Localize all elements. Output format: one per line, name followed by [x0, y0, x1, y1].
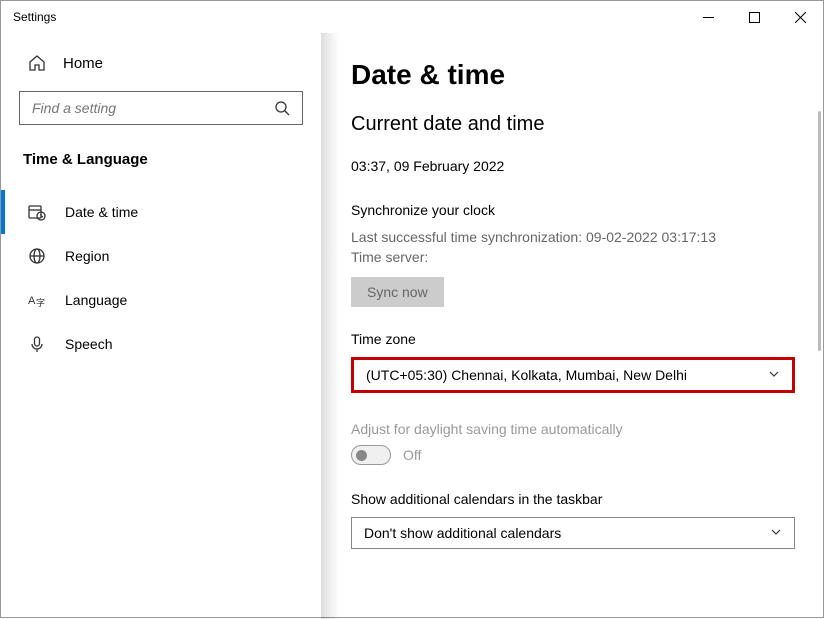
- window-title: Settings: [13, 10, 56, 24]
- close-button[interactable]: [777, 1, 823, 33]
- nav-label: Speech: [65, 336, 112, 352]
- window-controls: [685, 1, 823, 33]
- dst-label: Adjust for daylight saving time automati…: [351, 421, 795, 437]
- sync-last-text: Last successful time synchronization: 09…: [351, 228, 795, 248]
- dst-toggle[interactable]: [351, 445, 391, 465]
- search-icon: [272, 98, 292, 118]
- section-current-heading: Current date and time: [351, 113, 795, 136]
- dst-state: Off: [403, 447, 421, 463]
- nav-list: Date & time Region A字 Language Speech: [19, 190, 303, 366]
- sync-heading: Synchronize your clock: [351, 202, 795, 218]
- sync-now-button[interactable]: Sync now: [351, 277, 444, 307]
- timezone-dropdown[interactable]: (UTC+05:30) Chennai, Kolkata, Mumbai, Ne…: [351, 357, 795, 393]
- search-field[interactable]: [30, 99, 272, 117]
- home-icon: [27, 53, 47, 73]
- additional-calendars-value: Don't show additional calendars: [364, 525, 561, 541]
- chevron-down-icon: [770, 525, 782, 541]
- nav-item-region[interactable]: Region: [19, 234, 303, 278]
- globe-icon: [27, 246, 47, 266]
- current-datetime: 03:37, 09 February 2022: [351, 158, 795, 174]
- maximize-button[interactable]: [731, 1, 777, 33]
- additional-calendars-label: Show additional calendars in the taskbar: [351, 491, 795, 507]
- language-icon: A字: [27, 290, 47, 310]
- home-label: Home: [63, 55, 103, 72]
- timezone-value: (UTC+05:30) Chennai, Kolkata, Mumbai, Ne…: [366, 367, 687, 383]
- scrollbar[interactable]: [818, 111, 821, 351]
- nav-item-language[interactable]: A字 Language: [19, 278, 303, 322]
- page-title: Date & time: [351, 59, 795, 91]
- nav-label: Language: [65, 292, 127, 308]
- minimize-button[interactable]: [685, 1, 731, 33]
- timezone-label: Time zone: [351, 331, 795, 347]
- nav-label: Region: [65, 248, 109, 264]
- sync-server-text: Time server:: [351, 248, 795, 268]
- category-heading: Time & Language: [19, 151, 303, 168]
- nav-label: Date & time: [65, 204, 138, 220]
- nav-item-speech[interactable]: Speech: [19, 322, 303, 366]
- home-link[interactable]: Home: [19, 53, 303, 73]
- sidebar: Home Time & Language Date & time Region …: [1, 33, 321, 619]
- calendar-clock-icon: [27, 202, 47, 222]
- additional-calendars-dropdown[interactable]: Don't show additional calendars: [351, 517, 795, 549]
- svg-text:A: A: [28, 295, 36, 307]
- main-content: Date & time Current date and time 03:37,…: [321, 33, 823, 619]
- chevron-down-icon: [768, 367, 780, 383]
- nav-item-date-time[interactable]: Date & time: [19, 190, 303, 234]
- microphone-icon: [27, 334, 47, 354]
- svg-text:字: 字: [36, 297, 45, 308]
- search-input[interactable]: [19, 91, 303, 125]
